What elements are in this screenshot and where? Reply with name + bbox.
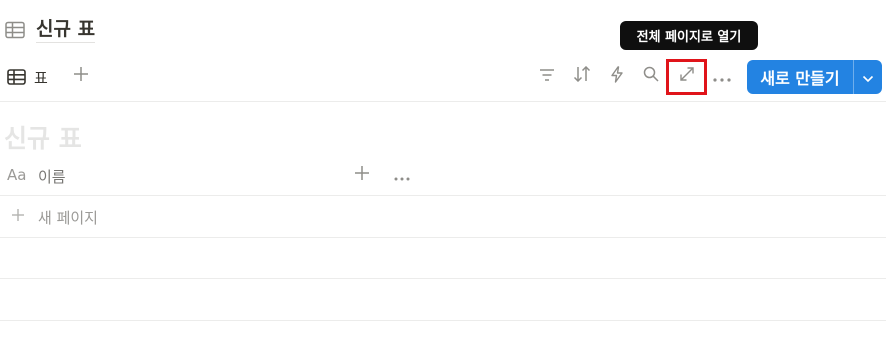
table-icon	[6, 67, 26, 87]
more-options-button[interactable]	[710, 64, 734, 88]
new-page-row[interactable]: 새 페이지	[0, 197, 886, 237]
new-button-label: 새로 만들기	[760, 69, 840, 88]
row-divider	[0, 320, 886, 321]
sort-button[interactable]	[570, 64, 594, 88]
column-options-button[interactable]	[391, 164, 413, 186]
table-icon	[4, 19, 26, 41]
plus-icon	[8, 205, 28, 225]
database-title-row: 신규 표	[4, 16, 96, 44]
sort-icon	[573, 65, 591, 86]
chevron-down-icon	[862, 68, 874, 87]
tooltip: 전체 페이지로 열기	[620, 21, 758, 50]
highlight-box	[666, 59, 707, 95]
filter-button[interactable]	[535, 64, 559, 88]
header-divider	[0, 195, 886, 196]
more-icon	[713, 67, 731, 86]
new-button[interactable]: 새로 만들기	[747, 60, 882, 94]
ghost-title: 신규 표	[4, 124, 82, 153]
automation-button[interactable]	[605, 64, 629, 88]
add-view-button[interactable]	[70, 64, 92, 88]
new-page-label: 새 페이지	[38, 209, 98, 227]
plus-icon	[354, 165, 370, 185]
new-button-dropdown[interactable]	[854, 60, 882, 94]
text-type-icon: Aa	[7, 166, 27, 184]
search-button[interactable]	[639, 64, 663, 88]
toolbar-divider	[0, 101, 886, 102]
view-tab-label: 표	[34, 68, 48, 87]
search-icon	[643, 66, 659, 86]
database-title[interactable]: 신규 표	[36, 18, 96, 43]
column-header-name[interactable]: 이름	[38, 166, 66, 187]
filter-icon	[539, 67, 555, 86]
add-column-button[interactable]	[351, 164, 373, 186]
plus-icon	[73, 66, 89, 86]
more-icon	[394, 166, 410, 185]
row-divider	[0, 237, 886, 238]
view-tab-table[interactable]: 표	[6, 64, 48, 90]
row-divider	[0, 278, 886, 279]
lightning-icon	[610, 65, 624, 87]
